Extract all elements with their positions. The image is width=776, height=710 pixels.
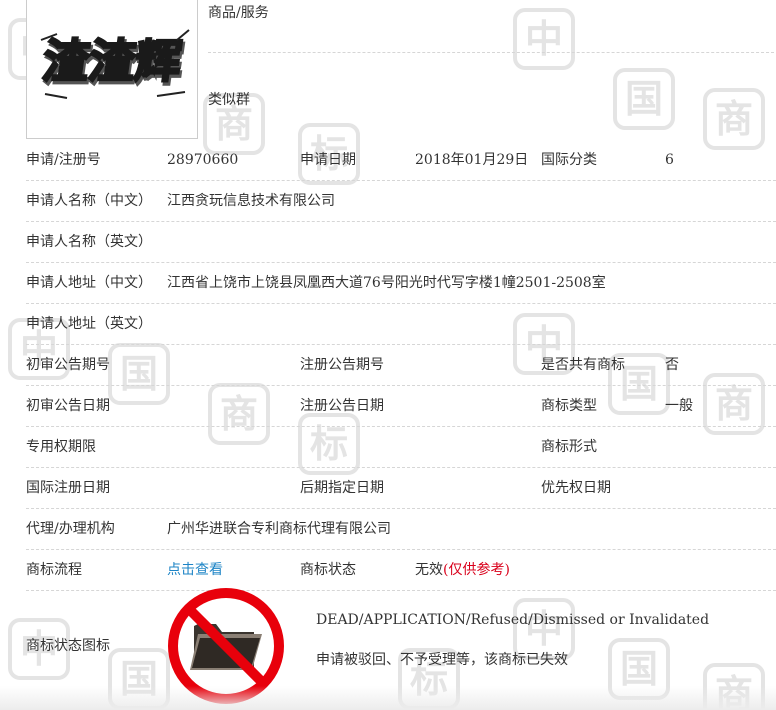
reg-no-value: 28970660 [167, 152, 239, 168]
intl-class-value: 6 [665, 152, 674, 168]
reg-pub-no-label: 注册公告期号 [300, 357, 384, 373]
address-cn-value: 江西省上饶市上饶县凤凰西大道76号阳光时代写字楼1幢2501-2508室 [167, 275, 606, 291]
table-row: 申请/注册号 28970660 申请日期 2018年01月29日 国际分类 6 [26, 140, 776, 181]
status-label: 商标状态 [300, 562, 356, 578]
trademark-image: 渣渣辉 渣渣辉 [26, 0, 198, 139]
reg-pub-date-label: 注册公告日期 [300, 398, 384, 414]
applicant-en-label: 申请人名称（英文） [26, 234, 152, 250]
applicant-cn-label: 申请人名称（中文） [26, 193, 152, 209]
table-row: 代理/办理机构 广州华进联合专利商标代理有限公司 [26, 509, 776, 550]
table-row: 申请人地址（中文） 江西省上饶市上饶县凤凰西大道76号阳光时代写字楼1幢2501… [26, 263, 776, 304]
reg-no-label: 申请/注册号 [26, 152, 101, 168]
prelim-pub-date-label: 初审公告日期 [26, 398, 110, 414]
tm-type-value: 一般 [665, 398, 693, 414]
exclusive-period-label: 专用权期限 [26, 439, 96, 455]
table-row: 申请人名称（英文） [26, 222, 776, 263]
status-en-text: DEAD/APPLICATION/Refused/Dismissed or In… [316, 612, 710, 628]
address-cn-label: 申请人地址（中文） [26, 275, 152, 291]
intl-reg-date-label: 国际注册日期 [26, 480, 110, 496]
shared-label: 是否共有商标 [541, 357, 625, 373]
trademark-logo: 渣渣辉 渣渣辉 [38, 29, 190, 99]
prelim-pub-no-label: 初审公告期号 [26, 357, 110, 373]
status-value: 无效 [415, 562, 443, 578]
table-row: 申请人名称（中文） 江西贪玩信息技术有限公司 [26, 181, 776, 222]
later-designation-label: 后期指定日期 [300, 480, 384, 496]
trademark-header: 渣渣辉 渣渣辉 商品/服务 类似群 [0, 0, 776, 140]
process-view-link[interactable]: 点击查看 [167, 561, 223, 579]
process-label: 商标流程 [26, 562, 82, 578]
applicant-cn-value: 江西贪玩信息技术有限公司 [167, 193, 335, 209]
status-icon-label: 商标状态图标 [26, 638, 110, 654]
table-row: 初审公告期号 注册公告期号 是否共有商标 否 [26, 345, 776, 386]
table-row: 初审公告日期 注册公告日期 商标类型 一般 [26, 386, 776, 427]
address-en-label: 申请人地址（英文） [26, 316, 152, 332]
agent-label: 代理/办理机构 [26, 521, 115, 537]
table-row: 国际注册日期 后期指定日期 优先权日期 [26, 468, 776, 509]
status-cn-text: 申请被驳回、不予受理等，该商标已失效 [316, 652, 568, 668]
similar-group-label: 类似群 [208, 92, 250, 108]
tm-form-label: 商标形式 [541, 439, 597, 455]
status-note: (仅供参考) [443, 562, 510, 578]
logo-mark-text: 渣渣辉 [39, 34, 185, 88]
intl-class-label: 国际分类 [541, 152, 597, 168]
app-date-value: 2018年01月29日 [415, 152, 529, 168]
goods-services-label: 商品/服务 [208, 5, 269, 21]
trademark-detail-table: 申请/注册号 28970660 申请日期 2018年01月29日 国际分类 6 … [26, 140, 776, 591]
priority-date-label: 优先权日期 [541, 480, 611, 496]
shared-value: 否 [665, 357, 679, 373]
tm-type-label: 商标类型 [541, 398, 597, 414]
app-date-label: 申请日期 [300, 152, 356, 168]
divider [208, 52, 774, 53]
table-row: 专用权期限 商标形式 [26, 427, 776, 468]
table-row: 申请人地址（英文） [26, 304, 776, 345]
bottom-fade [0, 686, 776, 710]
agent-value: 广州华进联合专利商标代理有限公司 [167, 521, 391, 537]
status-value-group: 无效(仅供参考) [415, 561, 510, 579]
